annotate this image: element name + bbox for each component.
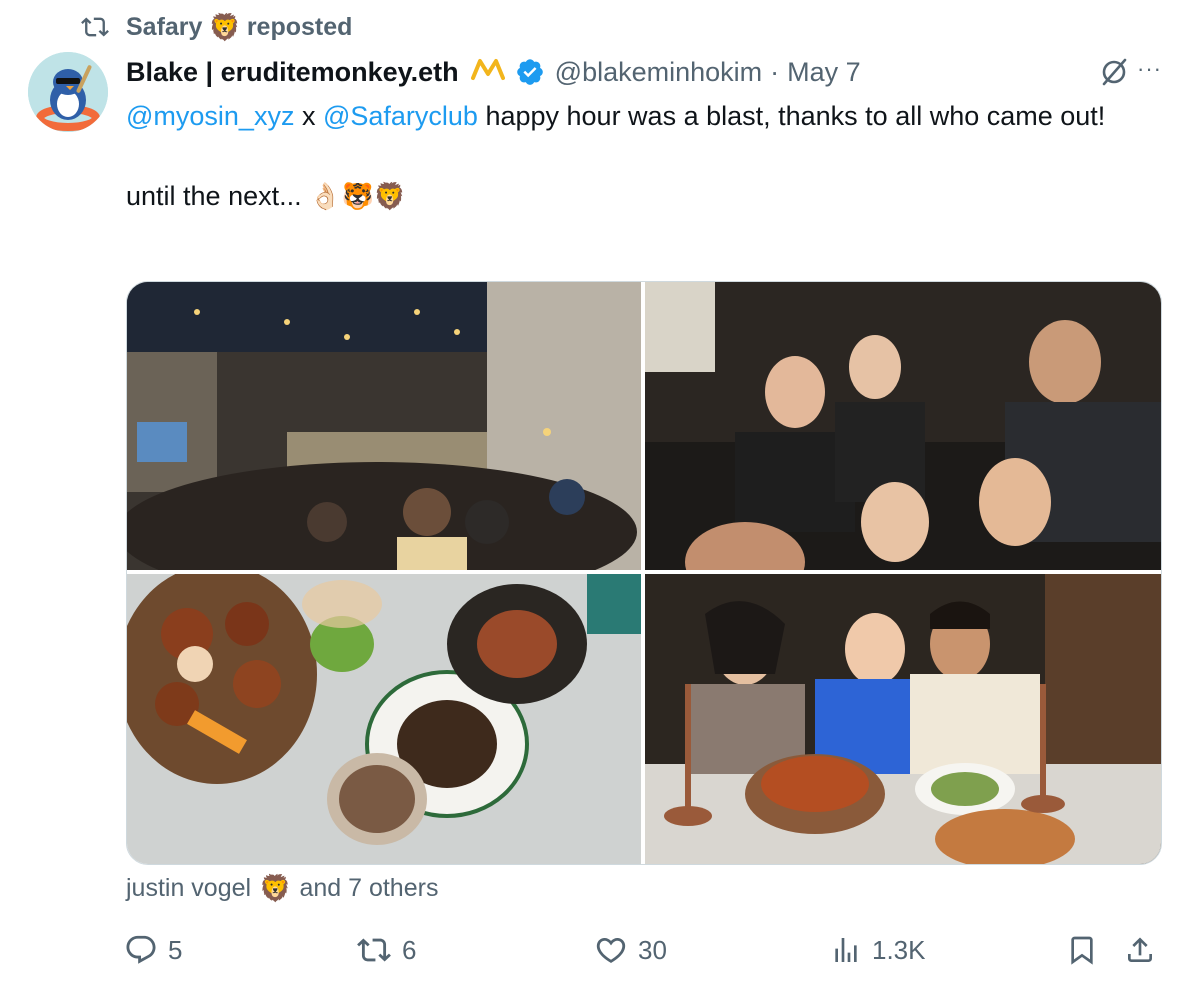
tweet-date[interactable]: May 7 [787, 57, 861, 88]
mention-safaryclub[interactable]: @Safaryclub [323, 101, 478, 131]
media-grid [126, 281, 1162, 865]
views-count: 1.3K [872, 934, 926, 965]
penguin-avatar-icon [28, 52, 108, 132]
like-button[interactable]: 30 [594, 928, 667, 972]
repost-user[interactable]: Safary [126, 13, 202, 42]
repost-context[interactable]: Safary 🦁 reposted [78, 10, 352, 44]
photo-three-friends-dinner[interactable] [645, 574, 1161, 864]
author-name[interactable]: Blake | eruditemonkey.eth [126, 57, 459, 88]
reply-button[interactable]: 5 [124, 928, 182, 972]
tweet-line-2: until the next... 👌🏻🐯🦁 [126, 176, 1126, 216]
grok-icon[interactable] [1098, 56, 1130, 88]
repost-icon [81, 17, 109, 37]
repost-count: 6 [402, 934, 417, 965]
repost-suffix: reposted [246, 12, 353, 41]
action-bar: 5 6 30 1.3K [0, 928, 1196, 972]
tweet-text: @myosin_xyz x @Safaryclub happy hour was… [126, 96, 1126, 216]
repost-action-icon [357, 938, 391, 962]
share-icon[interactable] [1124, 932, 1156, 968]
reply-count: 5 [168, 934, 183, 965]
like-count: 30 [638, 934, 667, 965]
views-button[interactable]: 1.3K [830, 928, 926, 972]
liked-by-rest[interactable]: and 7 others [299, 874, 438, 903]
photo-bar-crowd[interactable] [127, 282, 641, 570]
avatar[interactable] [28, 52, 108, 132]
reply-icon [126, 935, 156, 964]
m-badge-icon [470, 56, 505, 89]
liked-by-emoji: 🦁 [259, 872, 292, 903]
separator-dot: · [770, 56, 780, 87]
repost-user-emoji: 🦁 [208, 11, 241, 42]
more-options-icon[interactable]: ··· [1137, 56, 1162, 82]
photo-food-table[interactable] [127, 574, 641, 864]
tweet-line-1: @myosin_xyz x @Safaryclub happy hour was… [126, 96, 1126, 136]
author-handle[interactable]: @blakeminhokim [555, 57, 762, 88]
views-icon [835, 938, 857, 962]
heart-icon [596, 937, 626, 963]
tweet-line-2-text: until the next... [126, 181, 302, 211]
tweet-emojis: 👌🏻🐯🦁 [309, 181, 407, 211]
liked-by-name[interactable]: justin vogel [126, 874, 251, 903]
mention-myosin[interactable]: @myosin_xyz [126, 101, 294, 131]
liked-by[interactable]: justin vogel 🦁 and 7 others [126, 870, 438, 906]
tweet-line-1-rest: happy hour was a blast, thanks to all wh… [477, 101, 1106, 131]
bookmark-icon[interactable] [1066, 932, 1098, 968]
repost-button[interactable]: 6 [356, 928, 416, 972]
tweet-joiner: x [294, 101, 323, 131]
verified-badge-icon[interactable] [515, 57, 545, 87]
tweet-header: Blake | eruditemonkey.eth @blakeminhokim… [126, 52, 1172, 92]
photo-group-selfie[interactable] [645, 282, 1161, 570]
